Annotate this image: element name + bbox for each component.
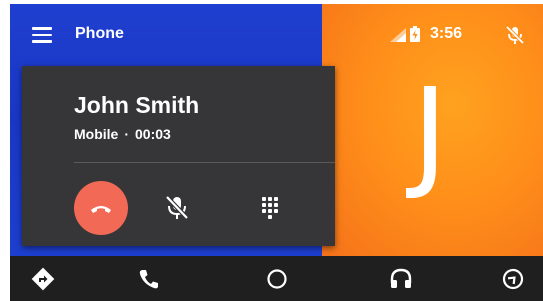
- home-circle-icon[interactable]: [264, 266, 290, 292]
- bottom-navigation-bar: [10, 256, 543, 301]
- battery-charging-icon: [410, 26, 420, 42]
- mute-button[interactable]: [162, 193, 192, 223]
- divider: [74, 162, 335, 163]
- meta-separator: ·: [124, 126, 130, 142]
- mic-off-icon[interactable]: [504, 24, 526, 46]
- status-time: 3:56: [430, 25, 463, 42]
- call-meta: Mobile · 00:03: [74, 126, 171, 142]
- cell-signal-icon: [390, 28, 406, 42]
- dialpad-button[interactable]: [255, 193, 285, 223]
- app-title: Phone: [75, 25, 124, 42]
- phone-icon[interactable]: [136, 266, 162, 292]
- android-auto-screen: Phone 3:56 J John Smith Mobile · 00:03: [10, 4, 543, 301]
- hamburger-menu-icon[interactable]: [32, 27, 52, 43]
- headphones-icon[interactable]: [388, 266, 414, 292]
- directions-icon[interactable]: [30, 266, 56, 292]
- end-call-button[interactable]: [74, 181, 128, 235]
- caller-name: John Smith: [74, 92, 200, 118]
- active-call-card: John Smith Mobile · 00:03: [22, 66, 335, 246]
- end-call-icon: [91, 206, 111, 213]
- line-type: Mobile: [74, 126, 119, 142]
- contact-avatar-initial: J: [412, 64, 448, 203]
- call-duration: 00:03: [135, 126, 171, 142]
- app-header: Phone 3:56: [10, 4, 543, 66]
- exit-icon[interactable]: [500, 266, 526, 292]
